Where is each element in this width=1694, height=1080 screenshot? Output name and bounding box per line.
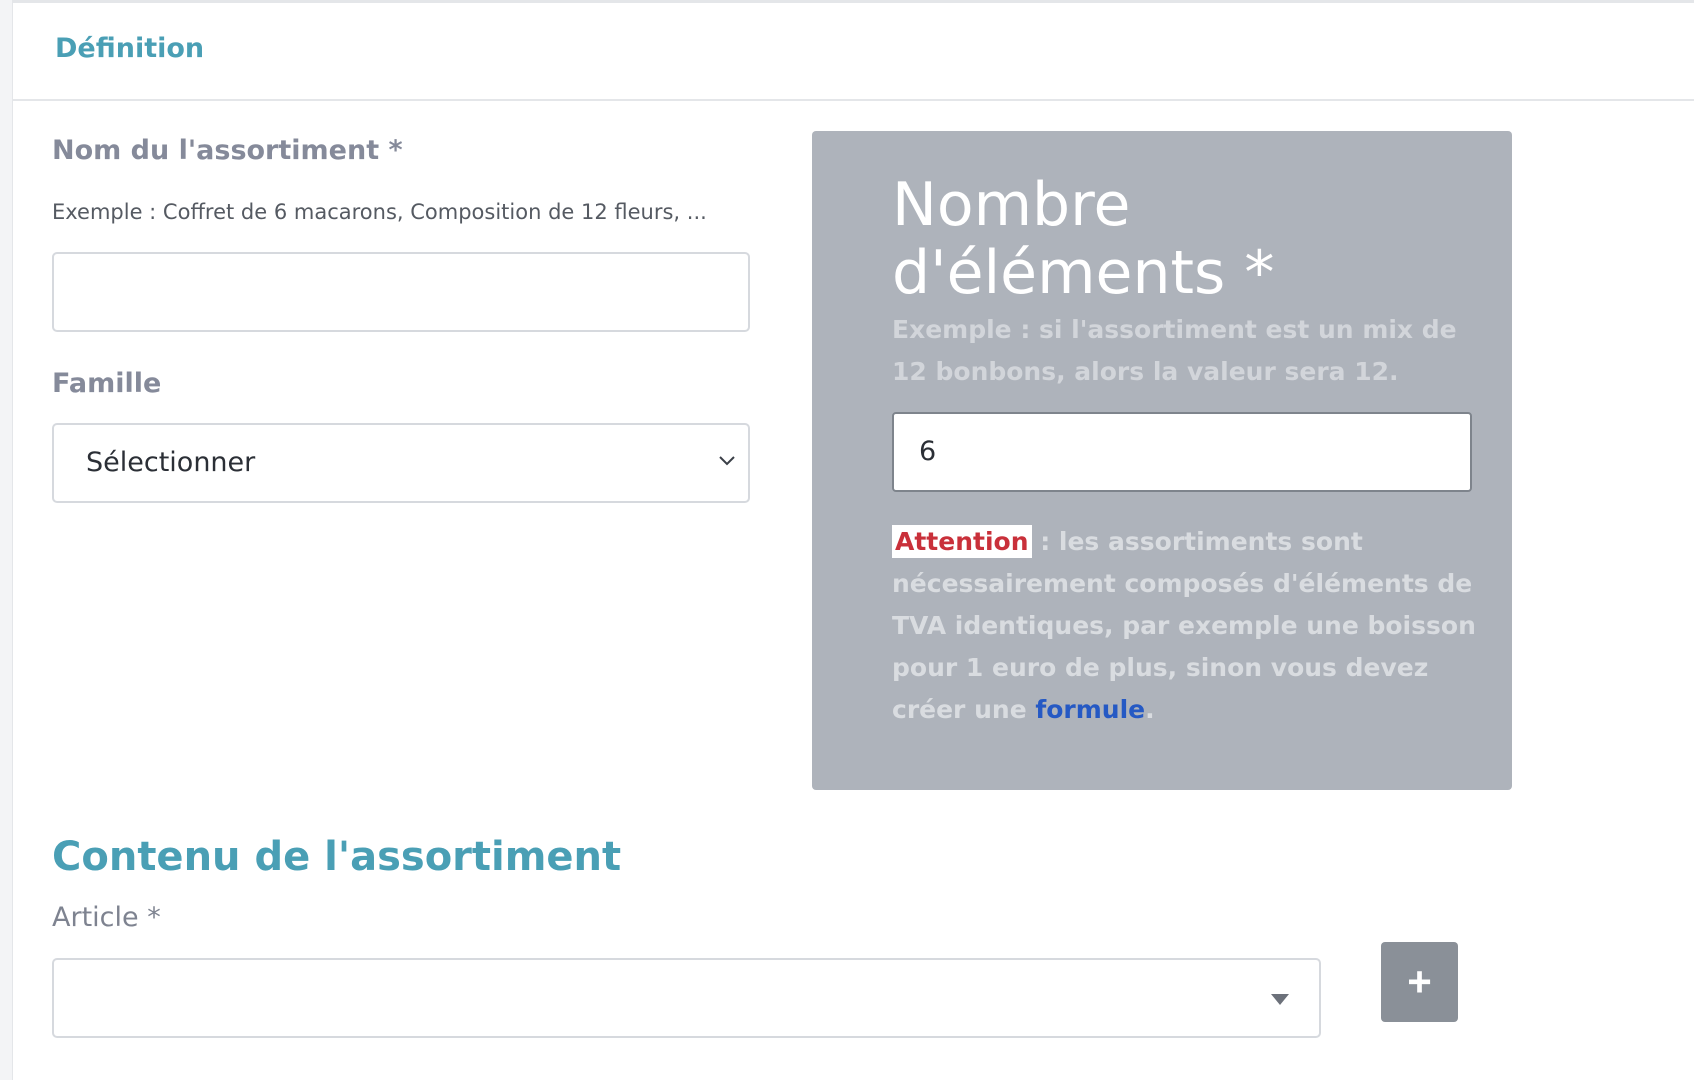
- content-section-title: Contenu de l'assortiment: [52, 834, 622, 880]
- page: Définition Nom du l'assortiment * Exempl…: [0, 0, 1694, 1080]
- family-select-value: Sélectionner: [86, 447, 256, 478]
- article-select[interactable]: [52, 958, 1321, 1038]
- family-label: Famille: [52, 368, 162, 399]
- chevron-down-icon: [719, 456, 735, 466]
- name-label: Nom du l'assortiment *: [52, 135, 403, 166]
- article-label: Article *: [52, 902, 161, 933]
- left-gutter: [0, 0, 13, 1080]
- tab-definition[interactable]: Définition: [55, 33, 204, 64]
- attention-badge: Attention: [892, 525, 1032, 558]
- formule-link[interactable]: formule: [1035, 695, 1145, 724]
- element-count-input[interactable]: 6: [892, 412, 1472, 492]
- panel-title: Nombre d'éléments *: [892, 170, 1275, 308]
- family-select[interactable]: Sélectionner: [52, 423, 750, 503]
- caret-down-icon: [1271, 994, 1289, 1005]
- element-count-panel: Nombre d'éléments * Exemple : si l'assor…: [812, 131, 1512, 790]
- name-hint: Exemple : Coffret de 6 macarons, Composi…: [52, 200, 707, 224]
- name-input[interactable]: [52, 252, 750, 332]
- element-count-value: 6: [919, 436, 937, 467]
- tab-header: Définition: [13, 3, 1694, 101]
- vat-warning: Attention : les assortiments sont nécess…: [892, 521, 1492, 731]
- panel-hint: Exemple : si l'assortiment est un mix de…: [892, 315, 1457, 386]
- warning-end: .: [1145, 695, 1155, 724]
- add-article-button[interactable]: +: [1381, 942, 1458, 1022]
